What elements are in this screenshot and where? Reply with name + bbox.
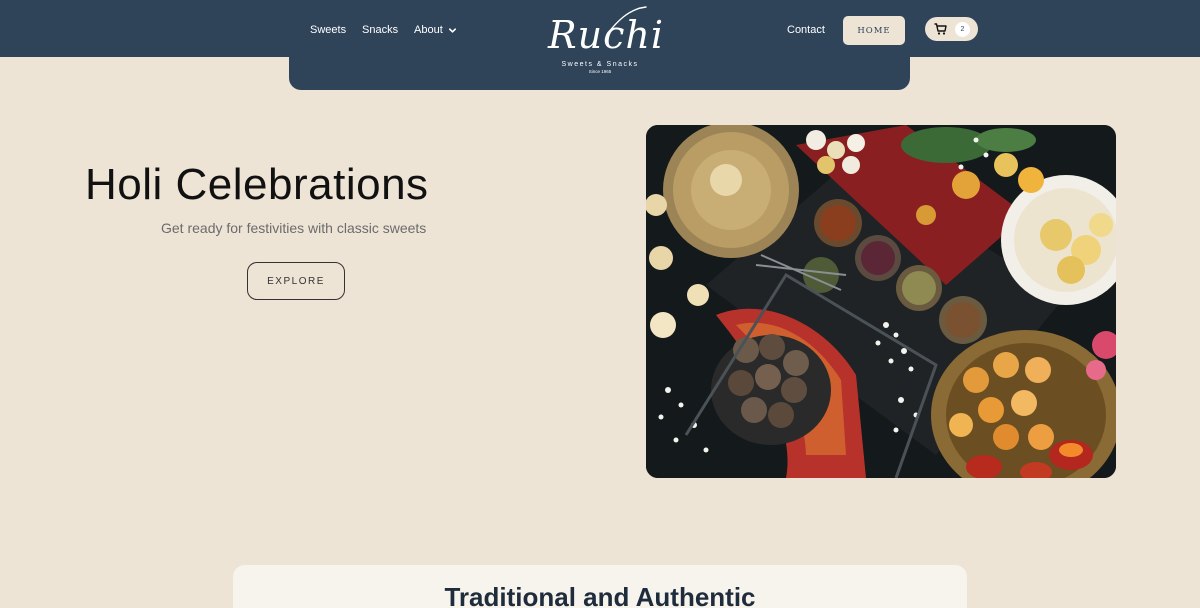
traditional-section-card: Traditional and Authentic [233,565,967,608]
festive-sweets-illustration [646,125,1116,478]
hero-title: Holi Celebrations [85,160,429,209]
logo-since: Since 1965 [588,69,612,74]
nav-link-snacks[interactable]: Snacks [362,24,398,37]
cart-button[interactable]: 2 [925,17,978,41]
nav-link-about[interactable]: About [414,24,457,37]
hero-food-image [646,125,1116,478]
cart-count-badge: 2 [955,21,970,37]
chevron-down-icon [448,28,456,33]
nav-about-label: About [414,24,443,36]
brand-logo[interactable]: Ruchi Sweets & Snacks Since 1965 [548,5,663,80]
section-title: Traditional and Authentic [444,582,756,608]
hero-subtitle: Get ready for festivities with classic s… [161,220,427,236]
nav-link-sweets[interactable]: Sweets [310,24,346,37]
explore-button[interactable]: EXPLORE [247,262,345,300]
cart-icon [934,23,947,35]
home-button[interactable]: HOME [843,16,905,45]
logo-tagline: Sweets & Snacks [561,61,639,68]
nav-link-contact[interactable]: Contact [787,24,825,37]
logo-swoosh-icon [607,6,647,34]
